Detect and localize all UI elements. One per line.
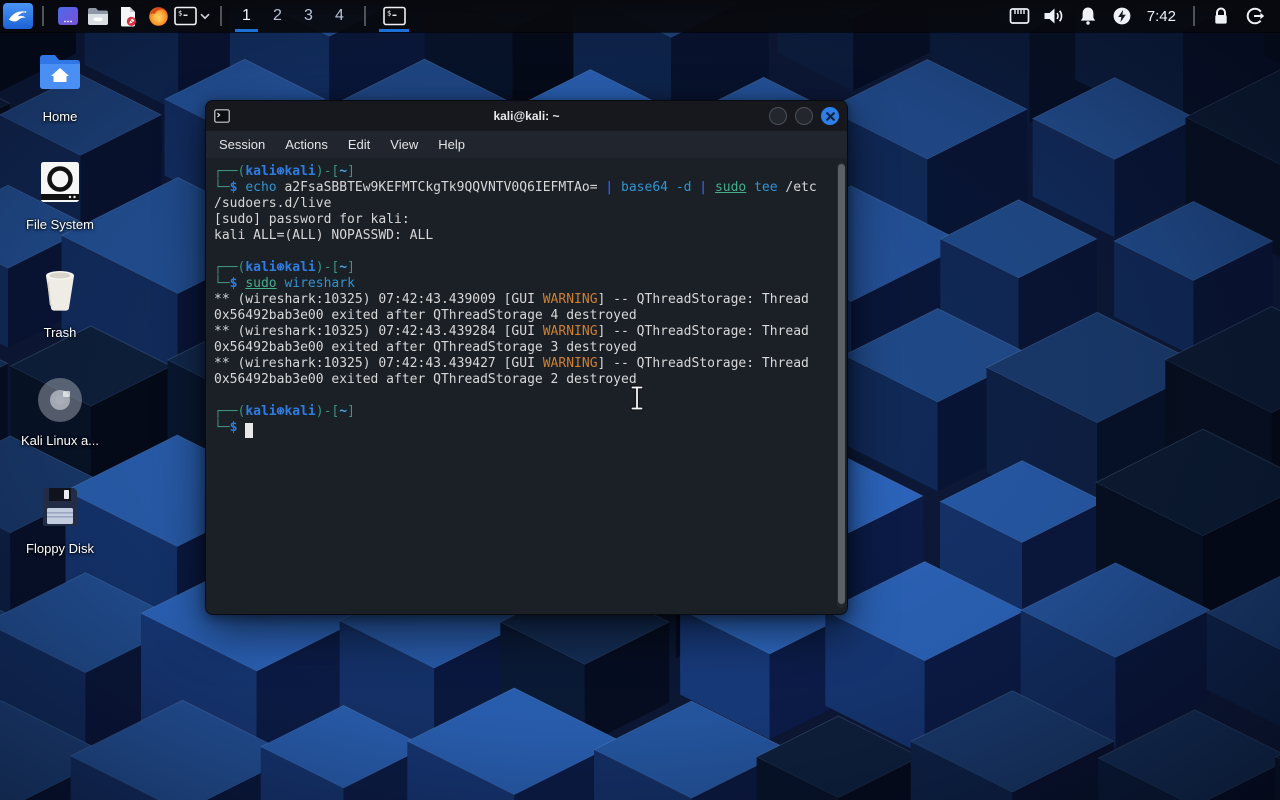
desktop: Home File System Trash Kali Linux a... F… — [12, 52, 108, 592]
menu-view[interactable]: View — [390, 137, 418, 152]
text-editor-icon — [121, 6, 136, 26]
firefox-icon — [148, 6, 168, 26]
close-icon — [825, 111, 835, 121]
network-icon — [1009, 8, 1030, 24]
desktop-icon-label: Home — [42, 109, 78, 124]
notifications-bell-icon — [1080, 7, 1095, 25]
desktop-icon-label: Floppy Disk — [26, 541, 94, 556]
panel-separator — [364, 6, 366, 26]
terminal-line: 0x56492bab3e00 exited after QThreadStora… — [214, 372, 637, 387]
terminal-line: ** (wireshark:10325) 07:42:43.439427 [GU… — [214, 356, 809, 371]
workspace-2[interactable]: 2 — [262, 0, 293, 32]
clock[interactable]: 7:42 — [1139, 8, 1184, 25]
lock-screen-icon — [1215, 7, 1227, 24]
file-system-drive-icon — [41, 162, 79, 202]
workspace-4[interactable]: 4 — [324, 0, 355, 32]
terminal-menubar: Session Actions Edit View Help — [206, 131, 847, 158]
terminal-line: [sudo] password for kali: — [214, 212, 410, 227]
menu-session[interactable]: Session — [219, 137, 265, 152]
terminal-launcher-icon: $ — [174, 6, 197, 26]
launcher-file-manager[interactable] — [83, 1, 113, 31]
desktop-icon-label: Trash — [43, 325, 77, 340]
notifications-tray-button[interactable] — [1071, 0, 1105, 32]
taskbar-item-terminal[interactable]: $ — [375, 0, 413, 32]
svg-text:$: $ — [387, 10, 391, 18]
kali-menu-button[interactable] — [3, 3, 33, 29]
desktop-icon-home[interactable]: Home — [12, 52, 108, 124]
terminal-line: ┌──(kali⊛kali)-[~] — [214, 164, 355, 179]
desktop-icon-floppy-disk[interactable]: Floppy Disk — [12, 484, 108, 556]
launcher-terminal[interactable]: $ — [173, 1, 211, 31]
terminal-line: kali ALL=(ALL) NOPASSWD: ALL — [214, 228, 434, 243]
kali-menu-icon — [8, 11, 27, 22]
desktop-icon-label: File System — [26, 217, 94, 232]
workspace-4-label: 4 — [335, 7, 344, 24]
menu-actions[interactable]: Actions — [285, 137, 328, 152]
lock-screen-button[interactable] — [1204, 0, 1238, 32]
network-tray-button[interactable] — [1003, 0, 1037, 32]
home-folder-icon — [40, 55, 80, 89]
kali-disc-icon — [38, 378, 82, 422]
terminal-window-icon: $ — [382, 6, 406, 26]
desktop-icon-kali-linux[interactable]: Kali Linux a... — [12, 376, 108, 448]
scrollbar-track[interactable] — [837, 162, 845, 608]
floppy-disk-icon — [43, 488, 77, 526]
panel-separator — [220, 6, 222, 26]
workspace-1[interactable]: 1 — [231, 0, 262, 32]
panel-separator — [42, 6, 44, 26]
window-title: kali@kali: ~ — [493, 109, 560, 123]
maximize-button[interactable] — [795, 107, 813, 125]
logout-icon — [1246, 7, 1265, 25]
terminal-titlebar-icon — [214, 109, 230, 123]
minimize-button[interactable] — [769, 107, 787, 125]
close-button[interactable] — [821, 107, 839, 125]
desktop-icon-file-system[interactable]: File System — [12, 160, 108, 232]
workspace-3[interactable]: 3 — [293, 0, 324, 32]
volume-icon — [1044, 8, 1063, 24]
terminal-block-cursor — [245, 423, 254, 438]
terminal-line: └─$ echo a2FsaSBBTEw9KEFMTCkgTk9QQVNTV0Q… — [214, 180, 817, 195]
menu-help[interactable]: Help — [438, 137, 465, 152]
workspace-3-label: 3 — [304, 7, 313, 24]
desktop-icon-label: Kali Linux a... — [20, 433, 100, 448]
apps-icon — [58, 7, 78, 25]
trash-icon — [46, 271, 74, 311]
terminal-titlebar[interactable]: kali@kali: ~ — [206, 101, 847, 131]
terminal-line: /sudoers.d/live — [214, 196, 332, 211]
power-manager-tray-button[interactable] — [1105, 0, 1139, 32]
system-tray: 7:42 — [1003, 0, 1272, 32]
terminal-line: └─$ sudo wireshark — [214, 276, 355, 291]
logout-button[interactable] — [1238, 0, 1272, 32]
launcher-text-editor[interactable] — [113, 1, 143, 31]
power-manager-icon — [1113, 7, 1131, 25]
workspace-2-label: 2 — [273, 7, 282, 24]
launcher-firefox[interactable] — [143, 1, 173, 31]
terminal-line: ** (wireshark:10325) 07:42:43.439284 [GU… — [214, 324, 809, 339]
menu-edit[interactable]: Edit — [348, 137, 370, 152]
file-manager-icon — [88, 7, 108, 25]
terminal-line: ┌──(kali⊛kali)-[~] — [214, 260, 355, 275]
chevron-down-icon — [200, 13, 210, 19]
panel-separator — [1193, 6, 1195, 26]
terminal-line: └─$ — [214, 420, 831, 438]
volume-tray-button[interactable] — [1037, 0, 1071, 32]
workspace-1-label: 1 — [242, 7, 251, 24]
desktop-icon-trash[interactable]: Trash — [12, 268, 108, 340]
scrollbar-thumb[interactable] — [837, 164, 845, 604]
terminal-content[interactable]: ┌──(kali⊛kali)-[~] └─$ echo a2FsaSBBTEw9K… — [206, 158, 847, 614]
top-panel: $ 1 2 3 4 $ 7:42 — [0, 0, 1280, 32]
svg-text:$: $ — [178, 10, 182, 18]
terminal-line: 0x56492bab3e00 exited after QThreadStora… — [214, 308, 637, 323]
terminal-window: kali@kali: ~ Session Actions Edit View H… — [205, 100, 848, 615]
terminal-line: ┌──(kali⊛kali)-[~] — [214, 404, 355, 419]
terminal-lines: ┌──(kali⊛kali)-[~] └─$ echo a2FsaSBBTEw9K… — [214, 164, 831, 438]
terminal-line: ** (wireshark:10325) 07:42:43.439009 [GU… — [214, 292, 809, 307]
terminal-line: 0x56492bab3e00 exited after QThreadStora… — [214, 340, 637, 355]
launcher-apps[interactable] — [53, 1, 83, 31]
